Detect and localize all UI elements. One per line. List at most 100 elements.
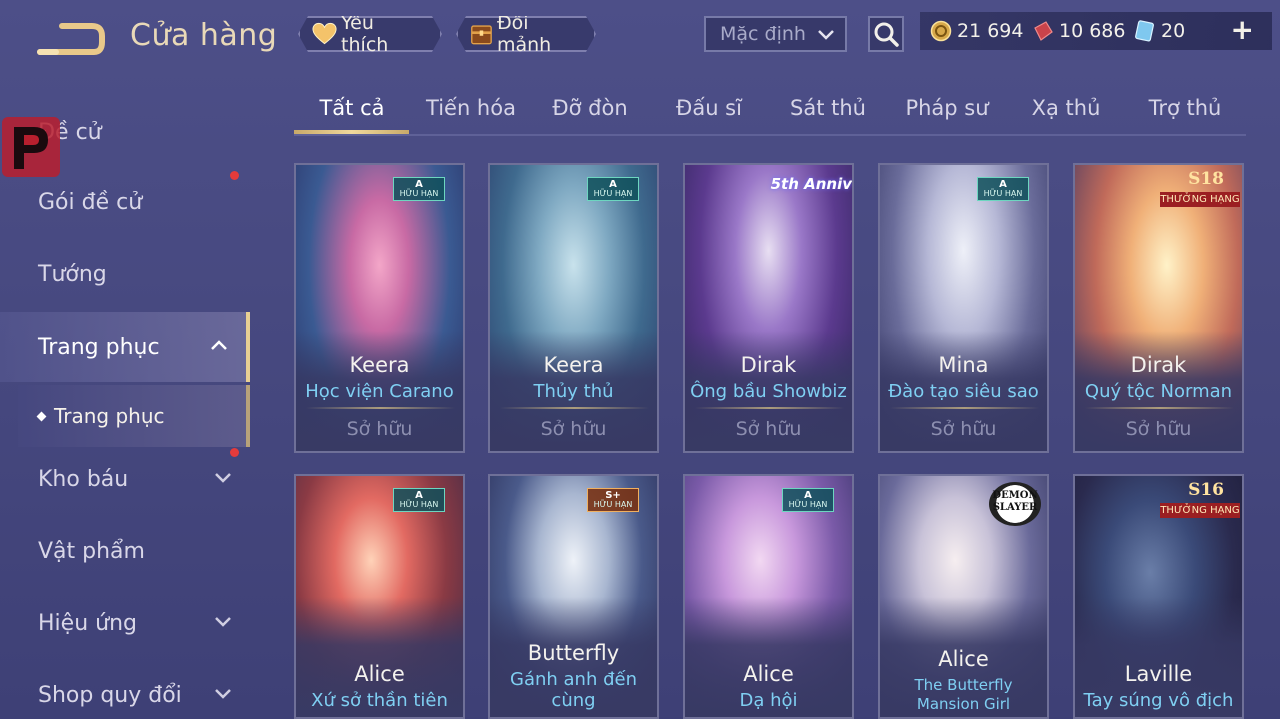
divider	[1085, 407, 1234, 409]
sidebar-item-label: Kho báu	[38, 466, 129, 492]
hero-name: Laville	[1124, 662, 1193, 686]
tab-warrior[interactable]: Đấu sĩ	[651, 96, 767, 120]
chevron-up-icon	[211, 340, 227, 350]
currency-bar: 21 694 10 686 20 +	[920, 12, 1272, 50]
treasure-chest-icon	[470, 21, 493, 47]
bullet-icon	[36, 411, 47, 421]
skin-card[interactable]: 5th Anniv Dirak Ông bầu Showbiz Sở hữu	[683, 163, 854, 453]
sidebar-item-effects[interactable]: Hiệu ứng	[0, 588, 250, 658]
owned-status: Sở hữu	[346, 418, 413, 440]
owned-status: Sở hữu	[735, 418, 802, 440]
limited-tag: A HỮU HẠN	[587, 177, 639, 201]
active-tab-indicator	[294, 130, 409, 134]
sidebar-item-label: Vật phẩm	[38, 538, 145, 564]
sidebar-item-label: Gói đề cử	[38, 189, 143, 215]
hero-name: Keera	[349, 353, 410, 377]
skin-card[interactable]: S16 THƯỞNG HẠNG Laville Tay súng vô địch	[1073, 474, 1244, 719]
sidebar: Đề cử Gói đề cử Tướng Trang phục Trang p…	[0, 75, 250, 719]
gem-value: 20	[1161, 20, 1186, 42]
sidebar-item-exchange-shop[interactable]: Shop quy đổi	[0, 660, 250, 719]
season-rank-badge: S16 THƯỞNG HẠNG	[1160, 480, 1240, 518]
favorites-button[interactable]: Yêu thích	[298, 16, 442, 52]
sidebar-item-label: Trang phục	[38, 334, 160, 360]
owned-status: Sở hữu	[540, 418, 607, 440]
skin-name: Thủy thủ	[533, 381, 614, 402]
tab-all[interactable]: Tất cả	[294, 96, 410, 120]
sidebar-subitem-skins[interactable]: Trang phục	[18, 385, 250, 447]
anniversary-badge: 5th Anniv	[770, 175, 852, 193]
skin-card[interactable]: A HỮU HẠN Alice Xứ sở thần tiên	[294, 474, 465, 719]
limited-tag: A HỮU HẠN	[782, 488, 834, 512]
owned-status: Sở hữu	[1125, 418, 1192, 440]
sidebar-item-recommended-bundles[interactable]: Gói đề cử	[0, 167, 250, 237]
sidebar-item-label: Hiệu ứng	[38, 610, 137, 636]
notification-dot	[230, 171, 239, 180]
season-rank-badge: S18 THƯỞNG HẠNG	[1160, 169, 1240, 207]
add-currency-button[interactable]: +	[1231, 16, 1254, 44]
skin-name: Ông bầu Showbiz	[690, 381, 847, 402]
tab-marksman[interactable]: Xạ thủ	[1008, 96, 1124, 120]
divider	[890, 407, 1039, 409]
gem-card-icon	[1135, 20, 1154, 42]
sidebar-item-items[interactable]: Vật phẩm	[0, 516, 250, 586]
owned-status: Sở hữu	[930, 418, 997, 440]
sidebar-item-label: Tướng	[38, 261, 107, 287]
skin-name: Xứ sở thần tiên	[311, 690, 448, 711]
sidebar-item-treasure[interactable]: Kho báu	[0, 444, 250, 514]
gold-coin-icon	[930, 20, 952, 42]
skin-name: Gánh anh đến cùng	[510, 669, 637, 711]
limited-tag: A HỮU HẠN	[393, 177, 445, 201]
skin-name: The Butterfly Mansion Girl	[914, 676, 1013, 713]
divider	[500, 407, 649, 409]
hero-name: Mina	[938, 353, 989, 377]
voucher-balance: 10 686	[1032, 20, 1125, 42]
hero-name: Keera	[543, 353, 604, 377]
chevron-down-icon	[818, 30, 834, 40]
collab-logo-badge: DEMON SLAYER	[989, 482, 1041, 526]
skin-card[interactable]: A HỮU HẠN Keera Thủy thủ Sở hữu	[488, 163, 659, 453]
tab-assassin[interactable]: Sát thủ	[770, 96, 886, 120]
tab-mage[interactable]: Pháp sư	[889, 96, 1005, 120]
sort-dropdown[interactable]: Mặc định	[704, 16, 847, 52]
skin-card[interactable]: A HỮU HẠN Mina Đào tạo siêu sao Sở hữu	[878, 163, 1049, 453]
skin-name: Học viện Carano	[305, 381, 454, 402]
limited-tag: S+ HỮU HẠN	[587, 488, 639, 512]
skin-card[interactable]: DEMON SLAYER Alice The Butterfly Mansion…	[878, 474, 1049, 719]
sidebar-item-heroes[interactable]: Tướng	[0, 239, 250, 309]
skin-card[interactable]: A HỮU HẠN Keera Học viện Carano Sở hữu	[294, 163, 465, 453]
voucher-icon	[1034, 21, 1053, 41]
tab-evolution[interactable]: Tiến hóa	[413, 96, 529, 120]
divider	[306, 407, 455, 409]
back-button[interactable]	[36, 22, 106, 56]
tab-tank[interactable]: Đỡ đòn	[532, 96, 648, 120]
sidebar-item-label: Shop quy đổi	[38, 682, 182, 708]
hero-name: Alice	[938, 647, 989, 671]
skin-card[interactable]: A HỮU HẠN Alice Dạ hội	[683, 474, 854, 719]
gem-balance: 20	[1134, 20, 1185, 42]
skin-name: Đào tạo siêu sao	[888, 381, 1039, 402]
skin-name: Quý tộc Norman	[1084, 381, 1233, 402]
skin-card[interactable]: S+ HỮU HẠN Butterfly Gánh anh đến cùng	[488, 474, 659, 719]
tab-support[interactable]: Trợ thủ	[1127, 96, 1243, 120]
exchange-label: Đổi mảnh	[496, 12, 552, 56]
favorites-label: Yêu thích	[341, 12, 389, 56]
chevron-down-icon	[215, 617, 231, 627]
hero-name: Dirak	[740, 353, 797, 377]
divider	[695, 407, 844, 409]
hero-name: Butterfly	[527, 641, 620, 665]
hero-name: Alice	[354, 662, 405, 686]
chevron-down-icon	[215, 473, 231, 483]
exchange-fragments-button[interactable]: Đổi mảnh	[456, 16, 596, 52]
notification-dot	[230, 448, 239, 457]
hero-name: Alice	[743, 662, 794, 686]
sidebar-subitem-label: Trang phục	[54, 404, 165, 428]
skin-name: Tay súng vô địch	[1083, 690, 1234, 711]
skin-card[interactable]: S18 THƯỞNG HẠNG Dirak Quý tộc Norman Sở …	[1073, 163, 1244, 453]
limited-tag: A HỮU HẠN	[393, 488, 445, 512]
search-button[interactable]	[868, 16, 904, 52]
sidebar-item-skins[interactable]: Trang phục	[0, 312, 250, 382]
search-icon	[874, 22, 899, 47]
voucher-value: 10 686	[1059, 20, 1126, 42]
category-tabs: Tất cả Tiến hóa Đỡ đòn Đấu sĩ Sát thủ Ph…	[294, 88, 1246, 136]
hero-name: Dirak	[1130, 353, 1187, 377]
